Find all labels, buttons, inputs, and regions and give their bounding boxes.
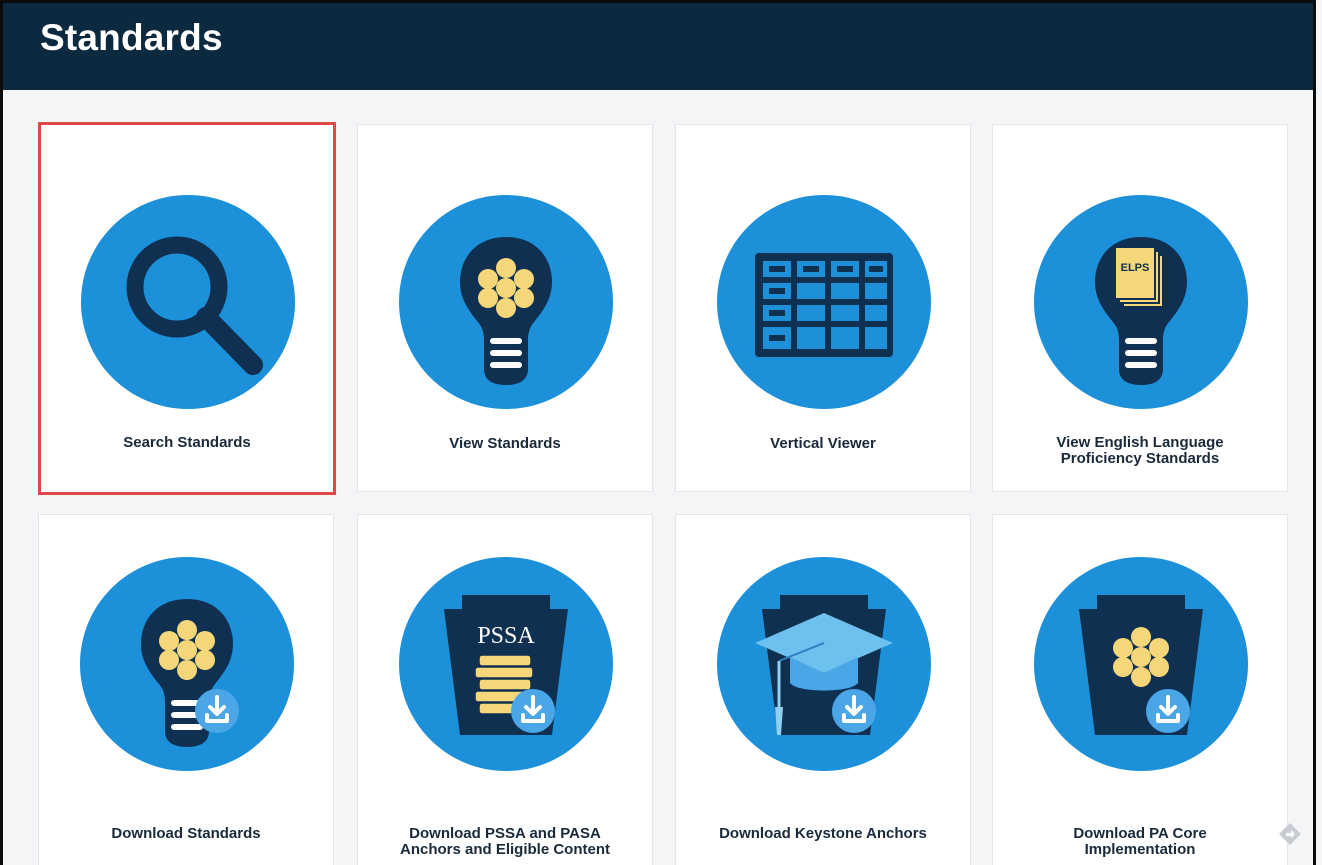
download-pssa-circle: PSSA [399, 557, 613, 771]
pssa-icon-text: PSSA [477, 623, 535, 649]
download-pssa-card[interactable]: PSSA Download PSSA and PASA Anchors and … [357, 514, 653, 865]
lightbulb-icon [460, 237, 552, 385]
page-title: Standards [40, 17, 223, 58]
vertical-viewer-card[interactable]: Vertical Viewer [675, 124, 971, 492]
vertical-viewer-label: Vertical Viewer [770, 435, 876, 452]
download-pa-core-label-line2: Implementation [1084, 841, 1196, 858]
vertical-viewer-circle [717, 195, 931, 409]
download-standards-circle [80, 557, 294, 771]
download-pa-core-label: Download PA Core Implementation [993, 826, 1287, 858]
download-pssa-label-line1: Download PSSA and PASA [409, 825, 601, 842]
download-standards-label: Download Standards [111, 825, 261, 842]
lightbulb-download-icon [141, 599, 239, 747]
graduation-cap-download-icon [755, 595, 893, 735]
view-elps-label-line2: Proficiency Standards [1060, 450, 1220, 467]
keystone-flower-download-icon [1079, 595, 1203, 735]
view-elps-card[interactable]: ELPS View English Language Proficiency S… [992, 124, 1288, 492]
elps-icon-text: ELPS [1121, 262, 1150, 274]
download-pa-core-circle [1034, 557, 1248, 771]
download-keystone-label: Download Keystone Anchors [719, 825, 927, 842]
search-standards-label: Search Standards [123, 434, 251, 451]
view-standards-circle [399, 195, 613, 409]
view-standards-card[interactable]: View Standards [357, 124, 653, 492]
download-pssa-label: Download PSSA and PASA Anchors and Eligi… [358, 826, 652, 858]
search-standards-circle [81, 195, 295, 409]
diamond-arrow-icon[interactable] [1278, 822, 1302, 846]
download-pssa-label-line2: Anchors and Eligible Content [399, 841, 610, 858]
view-elps-label: View English Language Proficiency Standa… [993, 435, 1287, 467]
search-standards-card[interactable]: Search Standards [38, 122, 336, 495]
page-header: Standards [3, 3, 1313, 90]
download-pa-core-card[interactable]: Download PA Core Implementation [992, 514, 1288, 865]
download-pa-core-label-line1: Download PA Core [1073, 825, 1207, 842]
view-standards-label: View Standards [449, 435, 561, 452]
grid-table-icon [755, 253, 893, 357]
view-elps-label-line1: View English Language [1056, 434, 1224, 451]
view-elps-circle: ELPS [1034, 195, 1248, 409]
magnifier-icon [126, 236, 263, 375]
download-keystone-card[interactable]: Download Keystone Anchors [675, 514, 971, 865]
download-standards-card[interactable]: Download Standards [38, 514, 334, 865]
download-keystone-circle [717, 557, 931, 771]
pssa-keystone-download-icon: PSSA [444, 595, 568, 735]
elps-lightbulb-icon: ELPS [1095, 237, 1187, 385]
